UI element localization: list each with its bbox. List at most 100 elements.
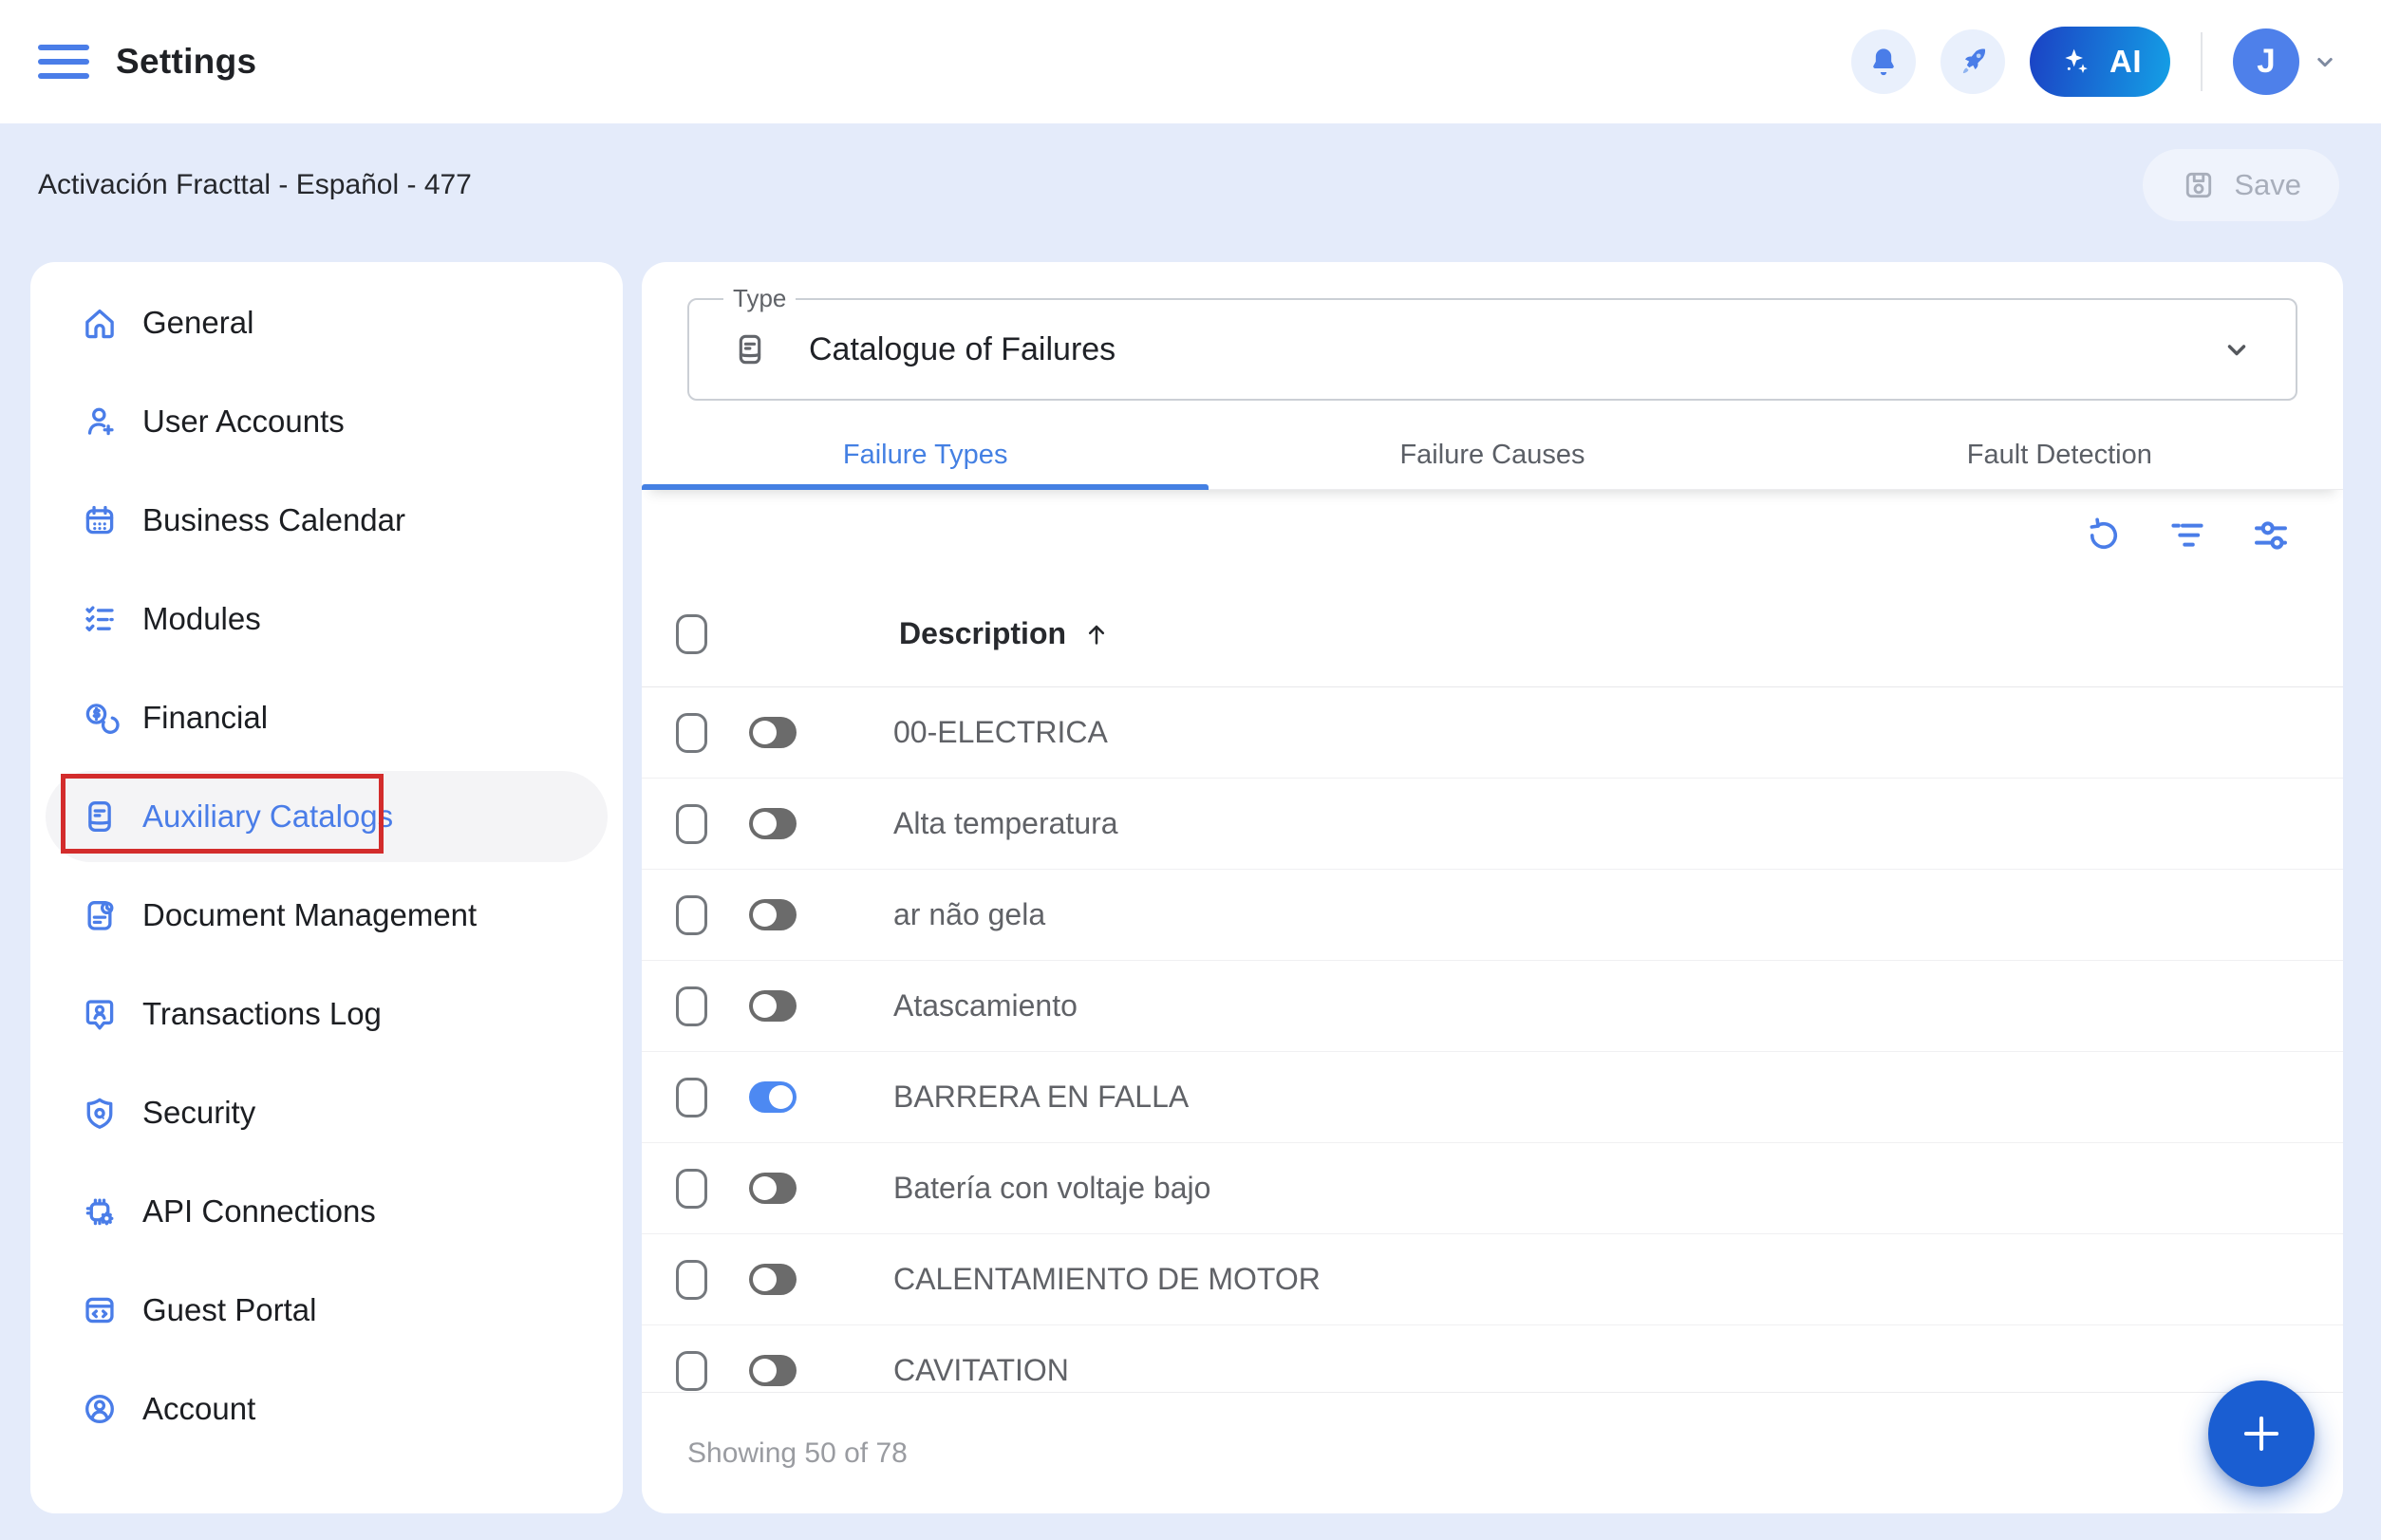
select-all-checkbox[interactable] — [676, 614, 707, 654]
sidebar-item-label: User Accounts — [142, 404, 345, 440]
table-row[interactable]: Alta temperatura — [642, 779, 2343, 870]
table-row[interactable]: Batería con voltaje bajo — [642, 1143, 2343, 1234]
enabled-toggle[interactable] — [749, 1081, 797, 1113]
description-header-label: Description — [899, 616, 1066, 651]
tune-sliders-icon — [2249, 514, 2293, 557]
sidebar-item-guest-portal[interactable]: Guest Portal — [46, 1265, 608, 1356]
refresh-button[interactable] — [2081, 513, 2127, 558]
whats-new-button[interactable] — [1940, 29, 2005, 94]
browser-code-icon — [80, 1290, 120, 1330]
sidebar-item-auxiliary-catalogs[interactable]: Auxiliary Catalogs — [46, 771, 608, 862]
enabled-toggle[interactable] — [749, 1264, 797, 1295]
tab-bar: Failure Types Failure Causes Fault Detec… — [642, 422, 2343, 490]
row-checkbox[interactable] — [676, 1260, 707, 1300]
shield-icon — [80, 1093, 120, 1133]
tab-failure-causes[interactable]: Failure Causes — [1209, 422, 1775, 489]
user-menu[interactable]: J — [2233, 28, 2339, 95]
tab-fault-detection[interactable]: Fault Detection — [1776, 422, 2343, 489]
enabled-toggle[interactable] — [749, 808, 797, 839]
home-icon — [80, 303, 120, 343]
filter-icon — [2165, 514, 2209, 557]
enabled-toggle[interactable] — [749, 1355, 797, 1386]
sidebar-item-financial[interactable]: Financial — [46, 672, 608, 763]
row-checkbox[interactable] — [676, 1169, 707, 1209]
sidebar-item-security[interactable]: Security — [46, 1067, 608, 1158]
table-row[interactable]: ar não gela — [642, 870, 2343, 961]
table-row[interactable]: 00-ELECTRICA — [642, 687, 2343, 779]
sidebar-item-transactions-log[interactable]: Transactions Log — [46, 968, 608, 1060]
catalog-icon — [80, 797, 120, 836]
table-row[interactable]: Atascamiento — [642, 961, 2343, 1052]
page-title: Settings — [116, 42, 256, 82]
row-checkbox[interactable] — [676, 986, 707, 1026]
failure-type-description: CAVITATION — [893, 1353, 1069, 1388]
person-circle-icon — [80, 1389, 120, 1429]
enabled-toggle[interactable] — [749, 990, 797, 1022]
row-checkbox[interactable] — [676, 804, 707, 844]
sidebar-item-label: Guest Portal — [142, 1292, 316, 1328]
table-row[interactable]: CAVITATION — [642, 1325, 2343, 1392]
topbar-divider — [2201, 32, 2203, 91]
checklist-icon — [80, 599, 120, 639]
failure-type-description: Atascamiento — [893, 988, 1078, 1024]
sidebar-item-api-connections[interactable]: API Connections — [46, 1166, 608, 1257]
rocket-icon — [1954, 43, 1992, 81]
column-settings-button[interactable] — [2248, 513, 2294, 558]
sidebar-item-label: Auxiliary Catalogs — [142, 798, 393, 835]
row-checkbox[interactable] — [676, 895, 707, 935]
chip-gear-icon — [80, 1192, 120, 1231]
sidebar-item-business-calendar[interactable]: Business Calendar — [46, 475, 608, 566]
ai-label: AI — [2109, 44, 2142, 80]
sidebar-item-label: Transactions Log — [142, 996, 382, 1032]
filter-button[interactable] — [2165, 513, 2210, 558]
context-bar: Activación Fracttal - Español - 477 Save — [0, 123, 2381, 247]
failure-type-description: CALENTAMIENTO DE MOTOR — [893, 1262, 1321, 1297]
description-column-header[interactable]: Description — [899, 616, 1112, 651]
notifications-button[interactable] — [1851, 29, 1916, 94]
plus-icon — [2237, 1409, 2286, 1458]
enabled-toggle[interactable] — [749, 1173, 797, 1204]
topbar-actions: AI J — [1851, 27, 2339, 97]
row-checkbox[interactable] — [676, 713, 707, 753]
table-header: Description — [642, 581, 2343, 687]
sidebar-item-modules[interactable]: Modules — [46, 573, 608, 665]
calendar-icon — [80, 500, 120, 540]
sidebar-item-label: Security — [142, 1095, 255, 1131]
add-button[interactable] — [2208, 1380, 2315, 1487]
sidebar-item-general[interactable]: General — [46, 277, 608, 368]
list-toolbar — [642, 490, 2343, 581]
person-badge-icon — [80, 994, 120, 1034]
failure-type-description: Alta temperatura — [893, 806, 1118, 841]
type-select-value: Catalogue of Failures — [809, 331, 1116, 368]
sidebar-item-label: Document Management — [142, 897, 477, 933]
menu-icon[interactable] — [38, 45, 89, 79]
failure-type-description: Batería con voltaje bajo — [893, 1171, 1210, 1206]
sidebar-item-user-accounts[interactable]: User Accounts — [46, 376, 608, 467]
row-checkbox[interactable] — [676, 1078, 707, 1117]
sidebar-item-account[interactable]: Account — [46, 1363, 608, 1455]
avatar[interactable]: J — [2233, 28, 2299, 95]
table-row[interactable]: CALENTAMIENTO DE MOTOR — [642, 1234, 2343, 1325]
table-row[interactable]: BARRERA EN FALLA — [642, 1052, 2343, 1143]
chevron-down-icon[interactable] — [2311, 47, 2339, 76]
save-label: Save — [2234, 168, 2301, 202]
failure-type-description: ar não gela — [893, 897, 1045, 932]
row-checkbox[interactable] — [676, 1351, 707, 1391]
save-button[interactable]: Save — [2143, 149, 2339, 221]
chevron-down-icon — [2220, 332, 2254, 366]
enabled-toggle[interactable] — [749, 717, 797, 748]
sidebar-item-document-management[interactable]: Document Management — [46, 870, 608, 961]
save-disk-icon — [2181, 167, 2217, 203]
type-select[interactable]: Type Catalogue of Failures — [687, 298, 2297, 401]
ai-assistant-button[interactable]: AI — [2030, 27, 2170, 97]
failure-type-description: BARRERA EN FALLA — [893, 1080, 1189, 1115]
failure-types-list: 00-ELECTRICA Alta temperatura ar não gel… — [642, 687, 2343, 1392]
sidebar-item-label: Account — [142, 1391, 255, 1427]
sidebar-item-label: Modules — [142, 601, 261, 637]
bell-icon — [1865, 43, 1903, 81]
tab-failure-types[interactable]: Failure Types — [642, 422, 1209, 489]
enabled-toggle[interactable] — [749, 899, 797, 930]
type-field-label: Type — [723, 284, 796, 313]
table-footer: Showing 50 of 78 — [642, 1392, 2343, 1513]
coins-icon — [80, 698, 120, 738]
